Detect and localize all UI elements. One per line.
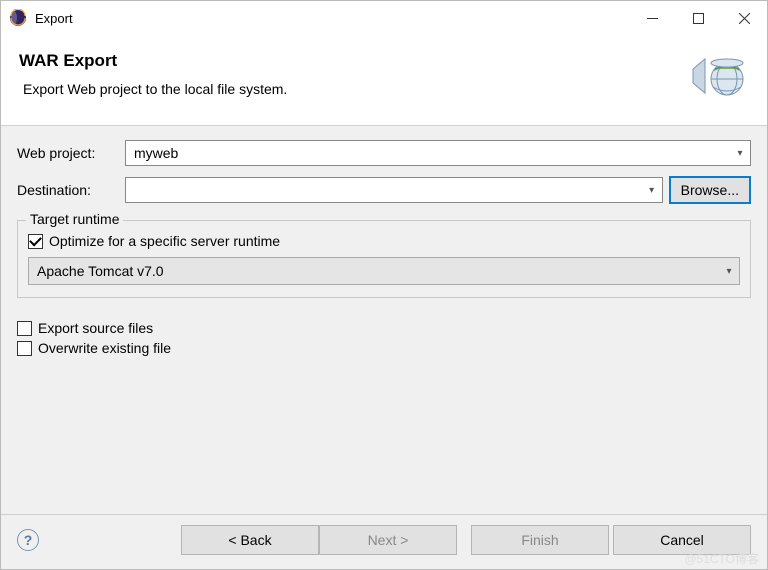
chevron-down-icon: ▾ <box>719 266 739 277</box>
back-button[interactable]: < Back <box>181 525 319 555</box>
dialog-header: WAR Export Export Web project to the loc… <box>1 35 767 126</box>
export-source-label: Export source files <box>38 320 153 336</box>
dialog-content: Web project: myweb ▾ Destination: ▾ Brow… <box>1 126 767 514</box>
browse-button[interactable]: Browse... <box>669 176 751 204</box>
cancel-button[interactable]: Cancel <box>613 525 751 555</box>
optimize-label: Optimize for a specific server runtime <box>49 233 280 249</box>
overwrite-label: Overwrite existing file <box>38 340 171 356</box>
help-icon[interactable]: ? <box>17 529 39 551</box>
overwrite-checkbox[interactable] <box>17 341 32 356</box>
web-project-value: myweb <box>126 145 730 161</box>
header-description: Export Web project to the local file sys… <box>19 81 681 97</box>
runtime-value: Apache Tomcat v7.0 <box>29 263 719 279</box>
close-button[interactable] <box>721 1 767 35</box>
eclipse-icon <box>9 9 27 27</box>
export-source-row[interactable]: Export source files <box>17 320 751 336</box>
window-title: Export <box>35 11 73 26</box>
header-title: WAR Export <box>19 51 681 71</box>
chevron-down-icon: ▾ <box>642 185 662 196</box>
optimize-checkbox-row[interactable]: Optimize for a specific server runtime <box>28 233 740 249</box>
destination-combo[interactable]: ▾ <box>125 177 663 203</box>
button-bar: ? < Back Next > Finish Cancel <box>1 514 767 569</box>
web-project-label: Web project: <box>17 145 125 161</box>
export-source-checkbox[interactable] <box>17 321 32 336</box>
minimize-button[interactable] <box>629 1 675 35</box>
chevron-down-icon: ▾ <box>730 148 750 159</box>
finish-button[interactable]: Finish <box>471 525 609 555</box>
destination-label: Destination: <box>17 182 125 198</box>
target-runtime-group: Target runtime Optimize for a specific s… <box>17 220 751 298</box>
maximize-button[interactable] <box>675 1 721 35</box>
options-block: Export source files Overwrite existing f… <box>17 316 751 360</box>
target-runtime-legend: Target runtime <box>26 211 123 227</box>
war-export-icon <box>691 49 749 107</box>
web-project-combo[interactable]: myweb ▾ <box>125 140 751 166</box>
export-dialog: Export WAR Export Export Web project to … <box>0 0 768 570</box>
runtime-select[interactable]: Apache Tomcat v7.0 ▾ <box>28 257 740 285</box>
next-button[interactable]: Next > <box>319 525 457 555</box>
optimize-checkbox[interactable] <box>28 234 43 249</box>
overwrite-row[interactable]: Overwrite existing file <box>17 340 751 356</box>
window-controls <box>629 1 767 35</box>
titlebar: Export <box>1 1 767 35</box>
